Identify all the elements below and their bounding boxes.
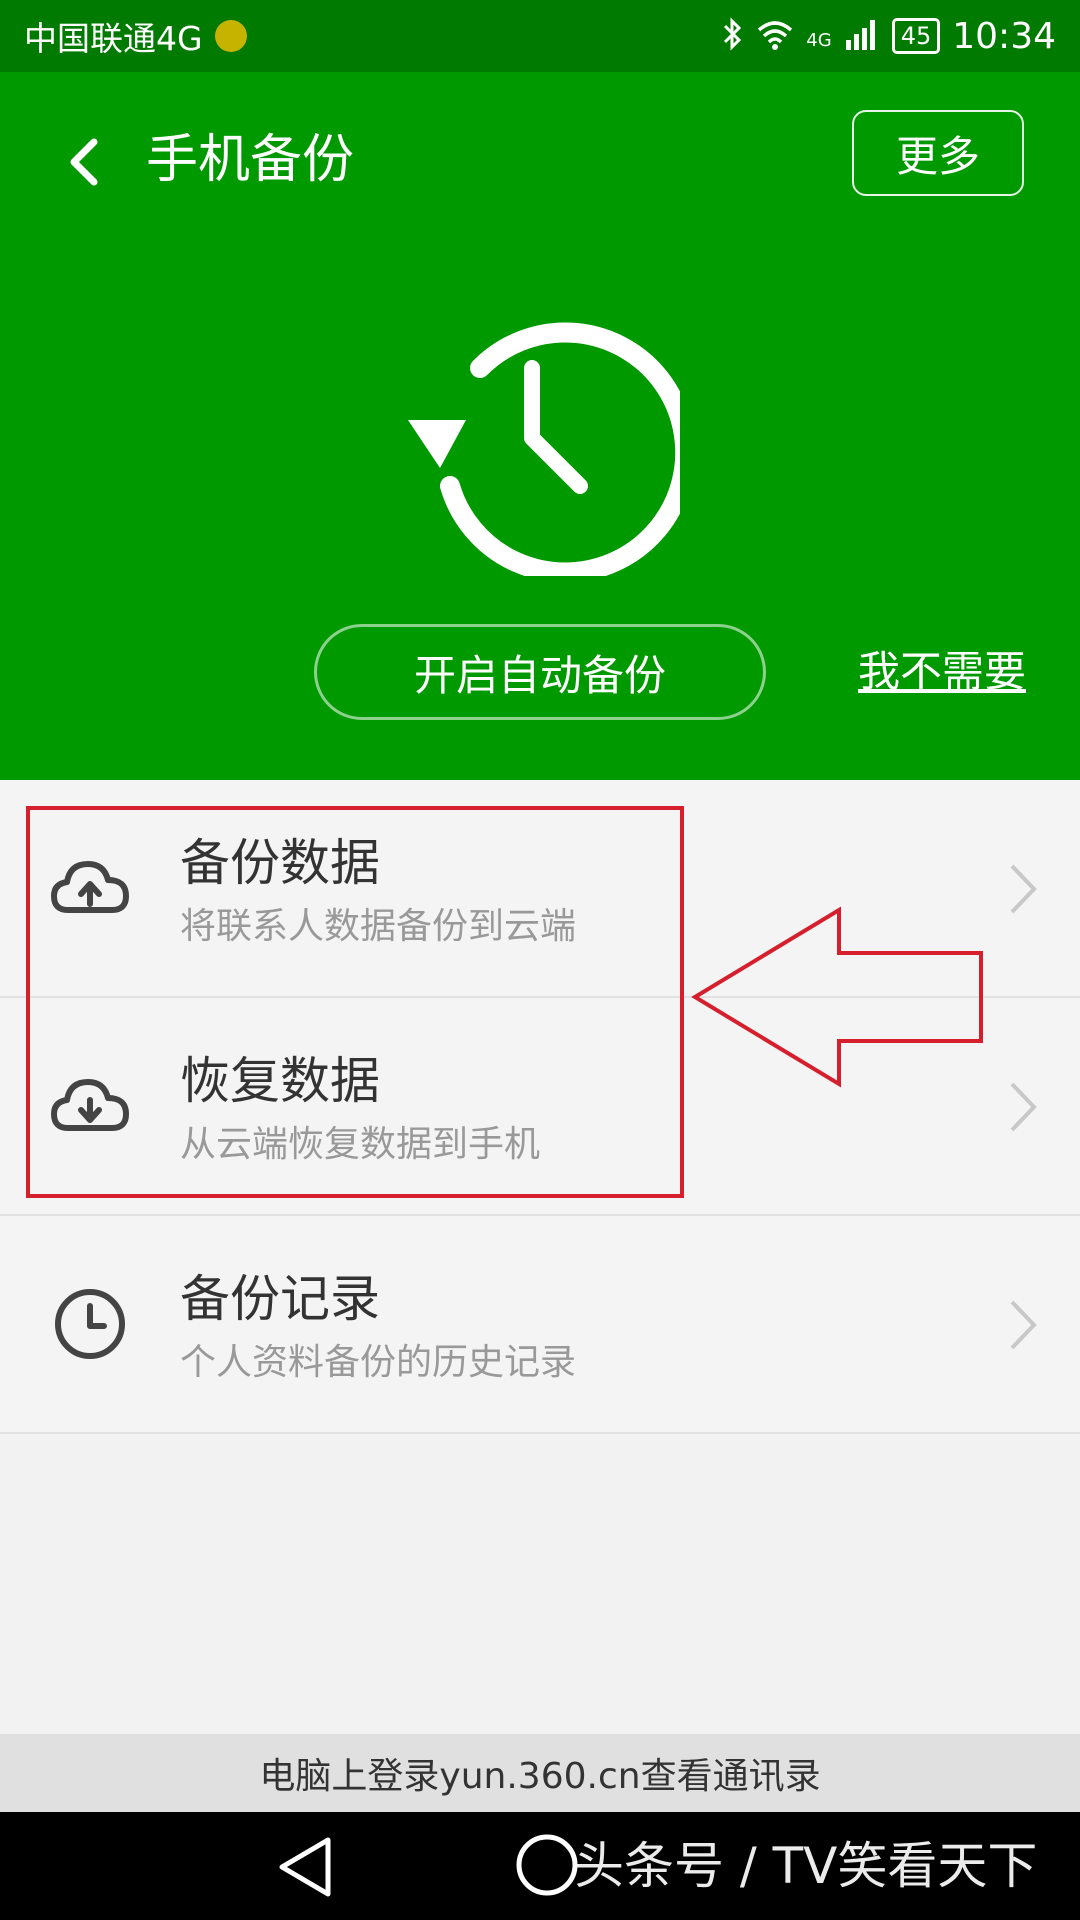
back-button[interactable] <box>58 122 118 202</box>
status-bar: 中国联通4G 4G 45 10:34 <box>0 0 1080 72</box>
network-type-badge: 4G <box>806 29 832 51</box>
more-button[interactable]: 更多 <box>852 110 1024 196</box>
bluetooth-icon <box>722 16 744 56</box>
watermark-text: 头条号 / TV笑看天下 <box>574 1837 1038 1895</box>
skip-link[interactable]: 我不需要 <box>858 646 1026 698</box>
status-left: 中国联通4G <box>24 12 247 60</box>
chevron-left-icon <box>70 138 98 186</box>
list-item-title: 恢复数据 <box>180 1052 380 1110</box>
page-title: 手机备份 <box>146 130 355 190</box>
clock-icon <box>55 1289 125 1359</box>
chevron-right-icon <box>1010 1082 1037 1132</box>
list-item-subtitle: 从云端恢复数据到手机 <box>180 1124 541 1165</box>
list-item-backup-records[interactable]: 备份记录 个人资料备份的历史记录 <box>0 1216 1080 1434</box>
cloud-download-icon <box>51 1079 129 1131</box>
list-item-subtitle: 个人资料备份的历史记录 <box>180 1342 577 1383</box>
auto-backup-button[interactable]: 开启自动备份 <box>314 624 766 720</box>
battery-icon: 45 <box>891 18 941 54</box>
option-list: 备份数据 将联系人数据备份到云端 恢复数据 从云端恢复数据到手机 备份记录 个人… <box>0 780 1080 1434</box>
backup-history-icon <box>400 296 696 583</box>
carrier-badge-icon <box>214 20 247 52</box>
cloud-upload-icon <box>51 861 129 913</box>
status-right: 4G 45 10:34 <box>722 16 1056 57</box>
chevron-right-icon <box>1010 1300 1037 1350</box>
navigation-bar: 头条号 / TV笑看天下 <box>0 1812 1080 1920</box>
wifi-icon <box>756 18 794 55</box>
carrier-label: 中国联通4G <box>24 19 203 58</box>
signal-icon <box>844 18 880 55</box>
nav-home-icon[interactable] <box>514 1832 580 1898</box>
nav-back-icon[interactable] <box>270 1832 340 1902</box>
chevron-right-icon <box>1010 864 1037 914</box>
clock-time: 10:34 <box>952 15 1056 57</box>
list-item-title: 备份记录 <box>180 1270 380 1328</box>
footer-banner[interactable]: 电脑上登录yun.360.cn查看通讯录 <box>0 1734 1080 1812</box>
list-item-title: 备份数据 <box>180 834 380 892</box>
header: 手机备份 更多 开启自动备份 我不需要 <box>0 72 1080 780</box>
list-item-subtitle: 将联系人数据备份到云端 <box>180 906 577 947</box>
annotation-arrow-icon <box>691 906 983 1088</box>
